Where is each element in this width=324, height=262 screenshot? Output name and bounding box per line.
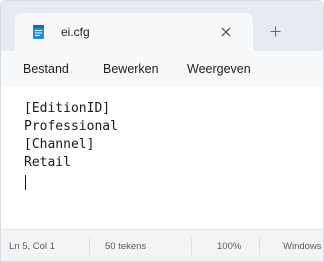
status-cursor-position[interactable]: Ln 5, Col 1 [9, 241, 55, 253]
tab-title: ei.cfg [61, 25, 90, 39]
editor-line: Professional [24, 119, 118, 134]
status-divider [89, 238, 90, 255]
menu-edit[interactable]: Bewerken [103, 60, 159, 78]
status-line-ending[interactable]: Windows [283, 241, 322, 253]
menu-bar: Bestand Bewerken Weergeven [1, 51, 323, 87]
notepad-window: ei.cfg Bestand Bewerken Weergeven [Editi… [0, 0, 324, 262]
status-zoom[interactable]: 100% [217, 241, 241, 253]
new-tab-button[interactable] [263, 19, 287, 43]
tab-ei-cfg[interactable]: ei.cfg [15, 13, 253, 51]
close-icon [221, 27, 231, 37]
status-divider [191, 238, 192, 255]
tab-close-button[interactable] [215, 21, 237, 43]
notepad-icon [33, 25, 44, 39]
plus-icon [270, 26, 280, 36]
editor-line: [EditionID] [24, 101, 111, 116]
text-editor[interactable]: [EditionID] Professional [Channel] Retai… [1, 87, 323, 229]
status-bar: Ln 5, Col 1 50 tekens 100% Windows [1, 229, 323, 261]
editor-line: [Channel] [24, 137, 95, 152]
editor-line: Retail [24, 155, 71, 170]
menu-view[interactable]: Weergeven [187, 60, 251, 78]
status-character-count: 50 tekens [105, 241, 147, 252]
menu-file[interactable]: Bestand [23, 60, 69, 78]
status-divider [259, 238, 260, 255]
tab-strip: ei.cfg [1, 1, 323, 51]
text-caret [25, 175, 26, 190]
